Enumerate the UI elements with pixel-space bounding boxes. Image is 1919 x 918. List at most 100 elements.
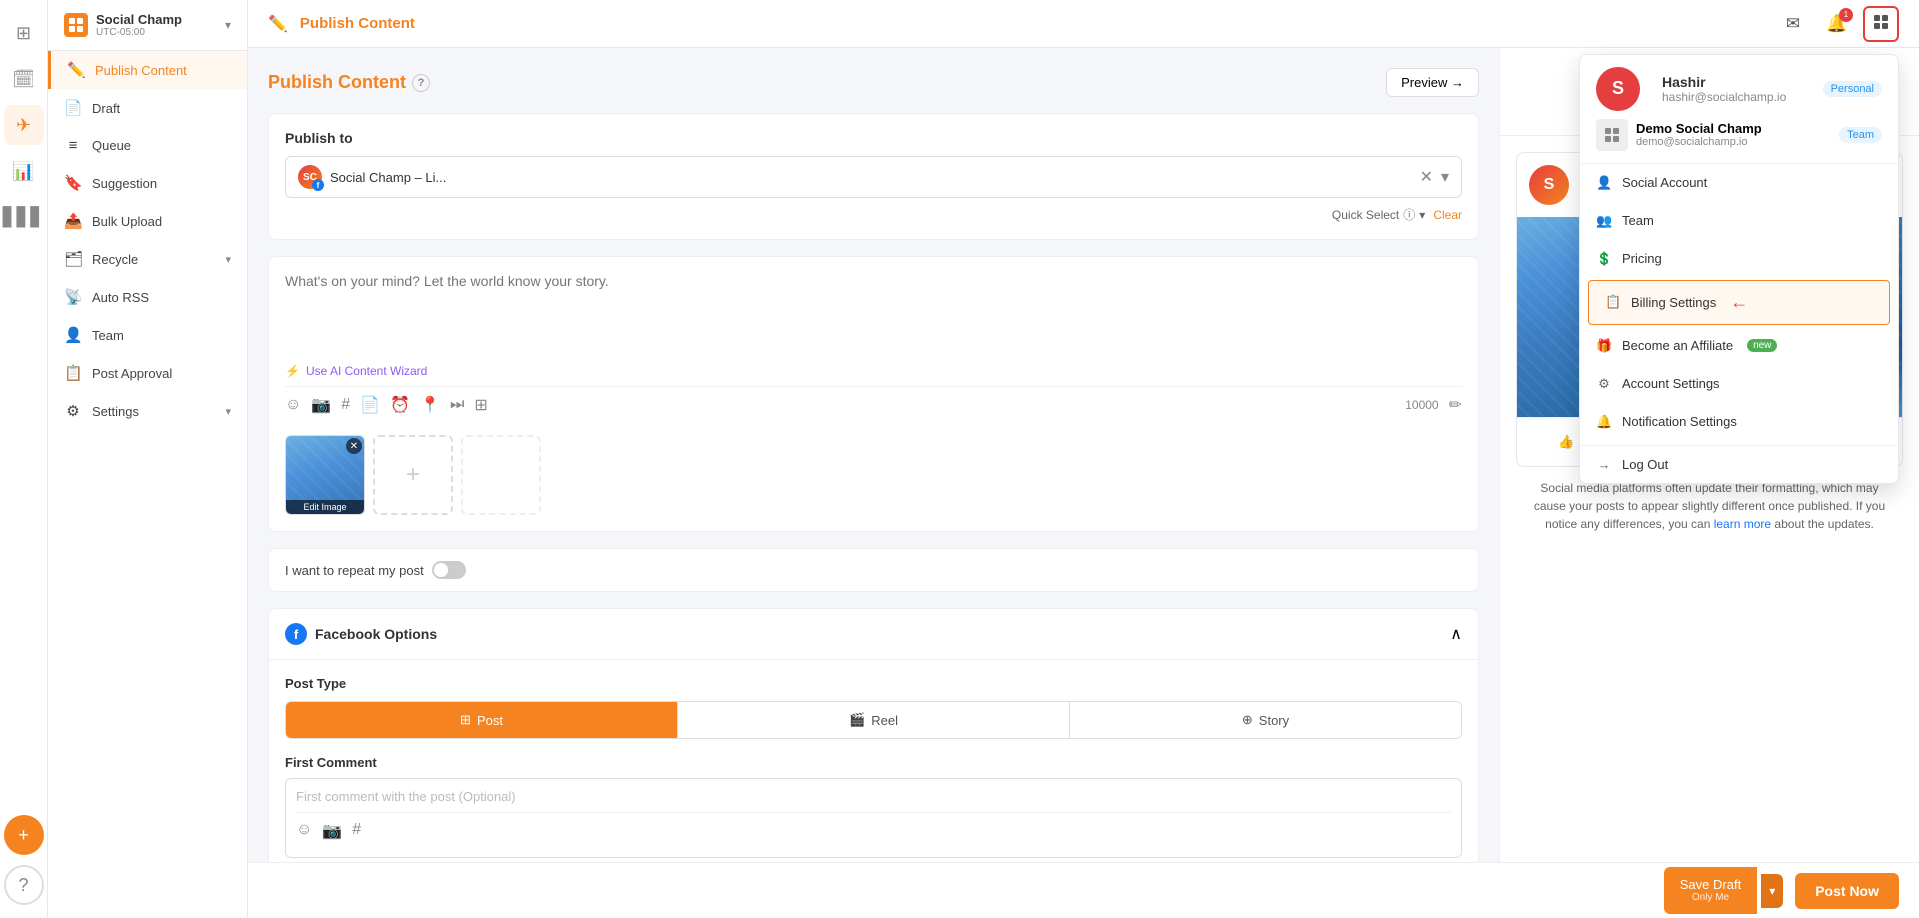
preview-button[interactable]: Preview →	[1386, 68, 1479, 97]
quick-select-label[interactable]: Quick Select ⓘ ▾	[1332, 206, 1425, 223]
nav-item-publish[interactable]: ✏️ Publish Content	[48, 51, 247, 89]
comment-hashtag-icon[interactable]: #	[352, 821, 361, 841]
nav-item-settings[interactable]: ⚙ Settings ▾	[48, 392, 247, 430]
image-remove-icon[interactable]: ✕	[346, 438, 362, 454]
sidebar-icon-analytics[interactable]: 📊	[4, 151, 44, 191]
ai-wizard-label[interactable]: Use AI Content Wizard	[306, 364, 427, 378]
user-icon	[1872, 13, 1890, 35]
forward-icon[interactable]: ⏭	[450, 396, 464, 414]
nav-item-bulk[interactable]: 📤 Bulk Upload	[48, 202, 247, 240]
repeat-toggle[interactable]	[432, 561, 466, 579]
nav-item-suggestion[interactable]: 🔖 Suggestion	[48, 164, 247, 202]
post-type-reel-label: Reel	[871, 713, 898, 728]
quick-select-row: Quick Select ⓘ ▾ Clear	[285, 206, 1462, 223]
quick-select-text: Quick Select	[1332, 208, 1399, 222]
like-icon: 👍	[1558, 434, 1574, 450]
add-image-button[interactable]: +	[373, 435, 453, 515]
hashtag-icon[interactable]: #	[341, 396, 350, 414]
account-remove-icon[interactable]: ✕	[1420, 167, 1433, 187]
learn-more-link[interactable]: learn more	[1714, 517, 1771, 531]
nav-header[interactable]: Social Champ UTC-05:00 ▾	[48, 0, 247, 51]
dropdown-item-social-account[interactable]: 👤 Social Account	[1580, 164, 1898, 202]
comment-image-icon[interactable]: 📷	[322, 821, 342, 841]
first-comment-toolbar: ☺ 📷 #	[296, 812, 1451, 841]
account-avatar: SC f	[298, 165, 322, 189]
post-now-button[interactable]: Post Now	[1795, 873, 1899, 909]
post-type-story-icon: ⊕	[1242, 712, 1253, 728]
nav-queue-label: Queue	[92, 138, 131, 153]
compose-textarea[interactable]	[285, 273, 1462, 353]
user-profile-button[interactable]	[1863, 6, 1899, 42]
dropdown-item-team[interactable]: 👥 Team	[1580, 202, 1898, 240]
workspace-icon	[64, 13, 88, 37]
account-name: Social Champ – Li...	[330, 170, 1412, 185]
post-type-story-button[interactable]: ⊕ Story	[1070, 702, 1461, 738]
emoji-icon[interactable]: ☺	[285, 396, 301, 414]
recycle-nav-icon: 🗂	[64, 250, 82, 268]
publish-panel: Publish Content ? Preview → Publish to S…	[248, 48, 1499, 862]
dropdown-item-account-settings[interactable]: ⚙ Account Settings	[1580, 365, 1898, 403]
post-type-post-button[interactable]: ⊞ Post	[286, 702, 678, 738]
first-comment-placeholder[interactable]: First comment with the post (Optional)	[296, 789, 1451, 804]
help-circle-icon: ?	[412, 74, 430, 92]
sidebar-icon-calendar[interactable]: 🗓	[4, 59, 44, 99]
comment-emoji-icon[interactable]: ☺	[296, 821, 312, 841]
account-select[interactable]: SC f Social Champ – Li... ✕ ▾	[285, 156, 1462, 198]
nav-item-queue[interactable]: ≡ Queue	[48, 127, 247, 164]
nav-item-approval[interactable]: 📋 Post Approval	[48, 354, 247, 392]
workspace-timezone: UTC-05:00	[96, 27, 182, 38]
add-button[interactable]: +	[4, 815, 44, 855]
notification-button[interactable]: 🔔 1	[1819, 6, 1855, 42]
nav-publish-label: Publish Content	[95, 63, 187, 78]
edit-image-label[interactable]: Edit Image	[286, 500, 364, 514]
repeat-row: I want to repeat my post	[268, 548, 1479, 592]
repeat-label: I want to repeat my post	[285, 563, 424, 578]
dropdown-item-logout[interactable]: → Log Out	[1580, 445, 1898, 483]
save-draft-button[interactable]: Save Draft Only Me	[1664, 867, 1757, 915]
sidebar-icon-grid[interactable]: ⊞	[4, 13, 44, 53]
topbar-title: Publish Content	[300, 15, 415, 32]
post-type-reel-button[interactable]: 🎬 Reel	[678, 702, 1070, 738]
nav-item-recycle[interactable]: 🗂 Recycle ▾	[48, 240, 247, 278]
char-count: 10000	[1405, 398, 1438, 412]
rss-nav-icon: 📡	[64, 288, 82, 306]
dropdown-item-pricing[interactable]: 💲 Pricing	[1580, 240, 1898, 278]
demo-name: Demo Social Champ	[1636, 121, 1762, 136]
save-draft-dropdown-button[interactable]: ▾	[1761, 874, 1783, 908]
fb-options-title: f Facebook Options	[285, 623, 437, 645]
clock-icon[interactable]: ⏰	[390, 395, 410, 415]
dropdown-item-billing[interactable]: 📋 Billing Settings ←	[1588, 280, 1890, 325]
apps-icon[interactable]: ⊞	[474, 395, 487, 415]
main-content: ✏️ Publish Content ✉ 🔔 1 S	[248, 0, 1919, 918]
calendar-symbol: 🗓	[12, 69, 35, 90]
sidebar-icon-publish[interactable]: ✈	[4, 105, 44, 145]
team-label: Team	[1622, 213, 1654, 228]
image-icon[interactable]: 📷	[311, 395, 331, 415]
grid-symbol: ⊞	[16, 23, 31, 44]
edit-pencil-icon[interactable]: ✏	[1449, 395, 1462, 415]
affiliate-icon: 🎁	[1596, 338, 1612, 354]
nav-approval-label: Post Approval	[92, 366, 172, 381]
post-type-post-icon: ⊞	[460, 712, 471, 728]
dropdown-item-notification-settings[interactable]: 🔔 Notification Settings	[1580, 403, 1898, 441]
topbar-pencil-icon: ✏️	[268, 14, 288, 34]
workspace-chevron: ▾	[225, 18, 231, 32]
compose-area: ⚡ Use AI Content Wizard ☺ 📷 # 📄 ⏰ 📍 ⏭ ⊞ …	[268, 256, 1479, 532]
clear-button[interactable]: Clear	[1433, 208, 1462, 222]
billing-icon: 📋	[1605, 294, 1621, 310]
sidebar-icon-bars[interactable]: ▋▋▋	[4, 197, 44, 237]
demo-role-badge: Team	[1839, 127, 1882, 143]
location-icon[interactable]: 📍	[420, 395, 440, 415]
document-icon[interactable]: 📄	[360, 395, 380, 415]
social-account-icon: 👤	[1596, 175, 1612, 191]
nav-item-draft[interactable]: 📄 Draft	[48, 89, 247, 127]
nav-item-rss[interactable]: 📡 Auto RSS	[48, 278, 247, 316]
fb-options-header[interactable]: f Facebook Options ∧	[269, 609, 1478, 660]
publish-to-label: Publish to	[285, 130, 1462, 146]
help-button[interactable]: ?	[4, 865, 44, 905]
settings-nav-icon: ⚙	[64, 402, 82, 420]
notification-settings-icon: 🔔	[1596, 414, 1612, 430]
compose-button[interactable]: ✉	[1775, 6, 1811, 42]
dropdown-item-affiliate[interactable]: 🎁 Become an Affiliate new	[1580, 327, 1898, 365]
nav-item-team[interactable]: 👤 Team	[48, 316, 247, 354]
